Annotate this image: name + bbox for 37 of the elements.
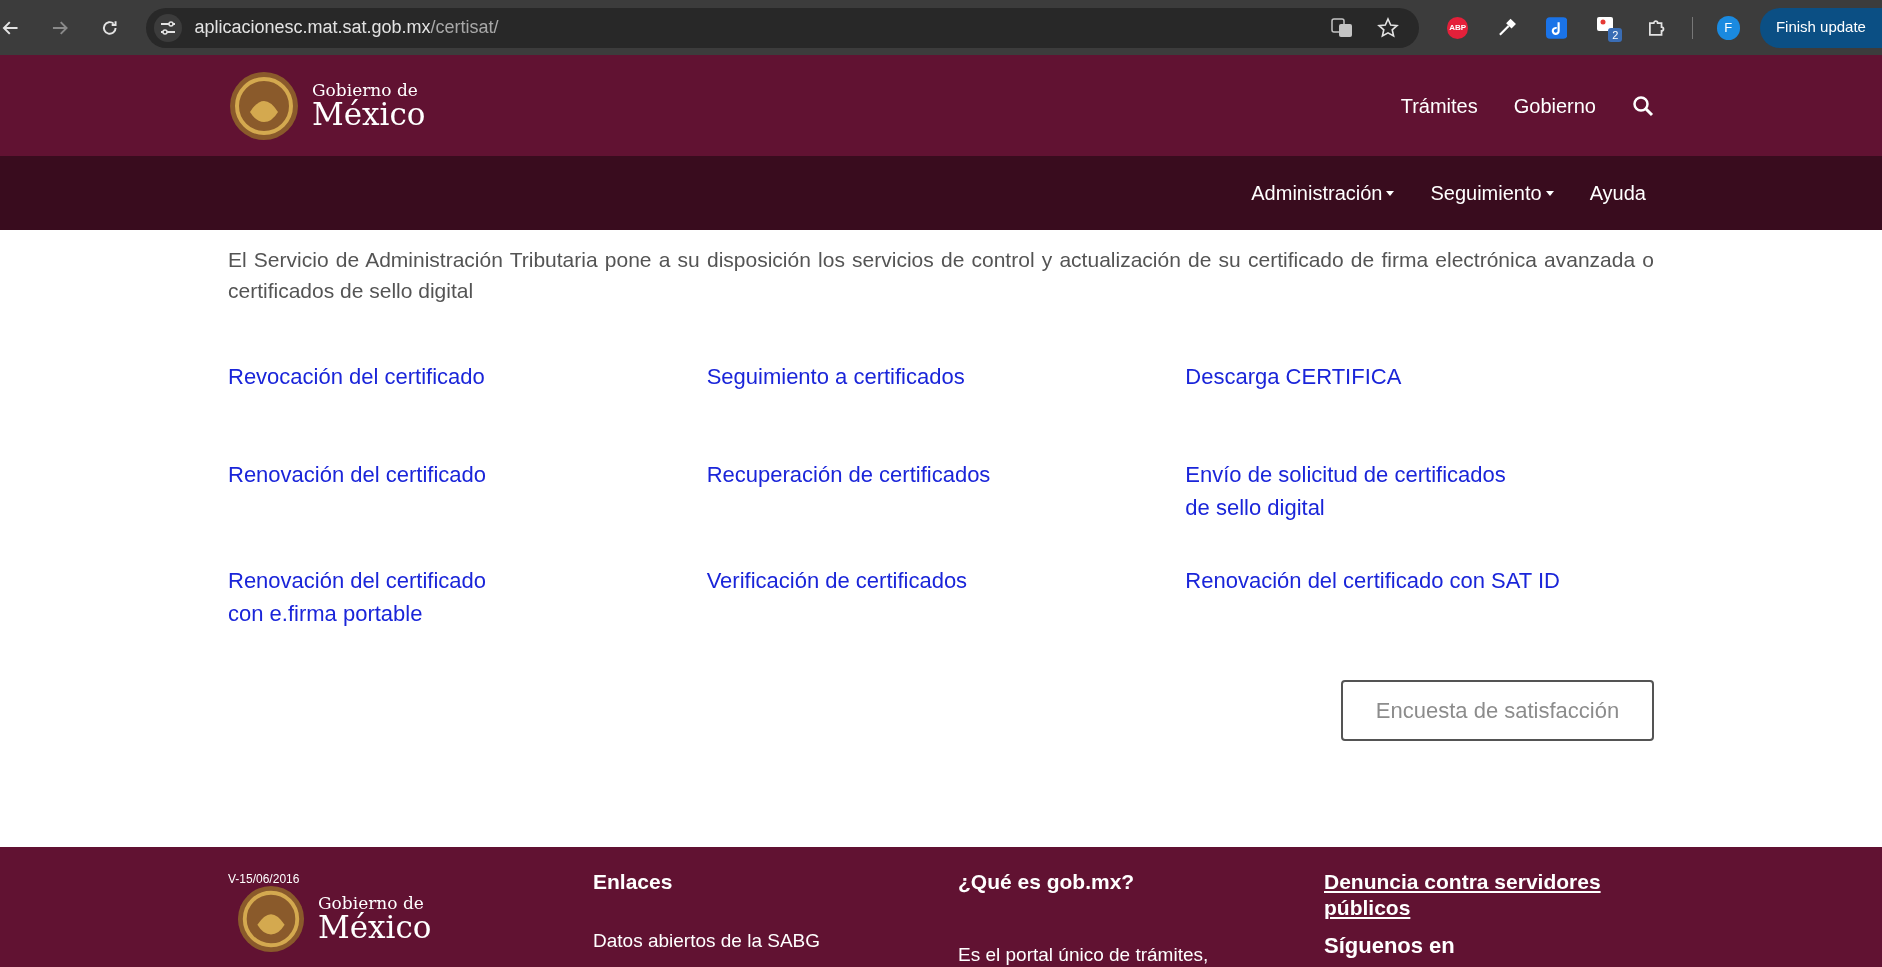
menu-link[interactable]: Ayuda (1589, 178, 1646, 208)
site-settings-icon[interactable] (154, 13, 183, 42)
certificate-link[interactable]: Renovación del certificado (228, 458, 487, 491)
menu-link[interactable]: Administración (1251, 178, 1383, 208)
footer-heading: Síguenos en (1324, 933, 1456, 959)
intro-paragraph: El Servicio de Administración Tributaria pone a su disposición los servicios de control y actualización de su certificado de firma electrónica avanzada o certificados de sello digital (228, 247, 1654, 304)
certificate-link[interactable]: Renovación del certificado con e.firma portable (228, 564, 487, 630)
menu-link[interactable]: Seguimiento (1430, 178, 1542, 208)
search-icon[interactable] (1632, 94, 1654, 117)
profile-avatar[interactable]: F (1716, 15, 1740, 40)
certificate-link[interactable]: Envío de solicitud de certificados de sello digital (1185, 458, 1506, 524)
certificate-link[interactable]: Verificación de certificados (706, 564, 968, 597)
finish-update-button[interactable]: Finish update (1759, 7, 1882, 48)
certificate-link[interactable]: Seguimiento a certificados (706, 360, 965, 393)
ad-block-icon[interactable]: ABP (1447, 16, 1469, 39)
nav-link[interactable]: Gobierno (1513, 90, 1596, 121)
government-logo[interactable]: Gobierno de México (228, 69, 426, 142)
reload-icon[interactable] (100, 18, 119, 37)
certificate-link[interactable]: Renovación del certificado con SAT ID (1185, 564, 1560, 597)
footer-heading: ¿Qué es gob.mx? (958, 869, 1136, 895)
url-text[interactable]: aplicacionesc.mat.sat.gob.mx/certisat/ (194, 14, 499, 41)
address-bar[interactable]: aplicacionesc.mat.sat.gob.mx/certisat/ (146, 7, 1419, 48)
notification-badge: 2 (1608, 27, 1623, 42)
note-icon[interactable] (1545, 16, 1568, 39)
translate-icon[interactable] (1331, 16, 1353, 39)
footer-text: Es el portal único de trámites, (958, 943, 1210, 967)
complaint-link[interactable]: Denuncia contra servidores públicos (1324, 869, 1654, 921)
footer-heading: Enlaces (593, 869, 674, 895)
caret-icon[interactable] (1386, 190, 1395, 196)
star-icon[interactable] (1377, 16, 1399, 39)
certificate-link[interactable]: Recuperación de certificados (706, 458, 991, 491)
caret-icon[interactable] (1545, 190, 1554, 196)
nav-link[interactable]: Trámites (1400, 90, 1478, 121)
certificate-link[interactable]: Revocación del certificado (228, 360, 485, 393)
certificate-link[interactable]: Descarga CERTIFICA (1185, 360, 1402, 393)
emblem-drawing (236, 884, 306, 954)
footer-text: Datos abiertos de la SABG (593, 929, 822, 953)
